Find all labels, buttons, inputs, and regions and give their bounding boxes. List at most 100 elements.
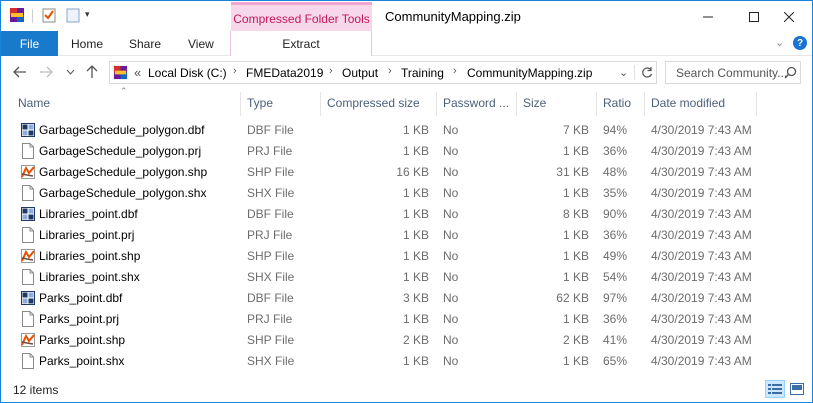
minimize-button[interactable] — [685, 2, 731, 31]
file-name: Parks_point.shp — [39, 333, 126, 347]
close-icon — [784, 11, 794, 22]
file-password: No — [443, 165, 459, 179]
file-row[interactable]: GarbageSchedule_polygon.shx SHX File 1 KB N… — [0, 183, 813, 204]
file-compressed-size: 1 KB — [402, 312, 429, 326]
expand-ribbon-chevron-icon[interactable]: ⌄ — [775, 36, 784, 49]
file-type: DBF File — [247, 291, 294, 305]
generic-file-icon — [22, 353, 34, 369]
file-date-modified: 4/30/2019 7:43 AM — [651, 249, 752, 263]
breadcrumb-local-disk[interactable]: Local Disk (C:) — [148, 66, 227, 80]
search-box[interactable]: Search Community... — [665, 61, 801, 84]
generic-file-icon — [22, 143, 34, 159]
breadcrumb-training[interactable]: Training — [401, 66, 444, 80]
file-compressed-size: 1 KB — [402, 270, 429, 284]
file-compressed-size: 1 KB — [402, 228, 429, 242]
tab-extract[interactable]: Extract — [230, 31, 372, 56]
winrar-archive-icon[interactable] — [9, 7, 25, 23]
column-divider[interactable] — [756, 92, 757, 116]
file-password: No — [443, 228, 459, 242]
file-row[interactable]: GarbageSchedule_polygon.dbf DBF File 1 KB N… — [0, 120, 813, 141]
file-name: Libraries_point.shx — [39, 270, 140, 284]
column-header-password[interactable]: Password ... — [437, 92, 516, 114]
forward-arrow-icon — [40, 66, 53, 78]
file-password: No — [443, 123, 459, 137]
dbf-file-icon — [21, 207, 35, 221]
file-name: GarbageSchedule_polygon.prj — [39, 144, 202, 158]
column-header-type[interactable]: Type — [241, 92, 320, 114]
file-row[interactable]: Libraries_point.shp SHP File 1 KB No 1 KB 49%… — [0, 246, 813, 267]
file-date-modified: 4/30/2019 7:43 AM — [651, 270, 752, 284]
column-header-date-modified[interactable]: Date modified — [645, 92, 756, 114]
breadcrumb-overflow[interactable]: « — [134, 65, 141, 80]
generic-file-icon — [22, 185, 34, 201]
file-ratio: 90% — [603, 207, 628, 221]
file-type: PRJ File — [247, 228, 293, 242]
refresh-icon[interactable] — [641, 66, 653, 79]
chevron-down-icon — [66, 69, 74, 75]
file-password: No — [443, 186, 459, 200]
file-date-modified: 4/30/2019 7:43 AM — [651, 228, 752, 242]
close-button[interactable] — [766, 2, 812, 31]
file-compressed-size: 1 KB — [402, 207, 429, 221]
forward-button[interactable] — [37, 62, 55, 82]
file-password: No — [443, 333, 459, 347]
tab-file[interactable]: File — [1, 31, 58, 56]
file-password: No — [443, 249, 459, 263]
file-compressed-size: 1 KB — [402, 186, 429, 200]
properties-icon[interactable] — [41, 7, 57, 23]
file-ratio: 65% — [603, 354, 628, 368]
zip-folder-icon — [113, 65, 128, 80]
customize-toolbar-chevron-icon[interactable]: ▾ — [85, 9, 101, 25]
breadcrumb-fmedata2019[interactable]: FMEData2019 — [246, 66, 323, 80]
file-date-modified: 4/30/2019 7:43 AM — [651, 312, 752, 326]
column-header-ratio[interactable]: Ratio — [597, 92, 644, 114]
generic-file-icon — [22, 269, 34, 285]
address-history-chevron-icon[interactable]: ⌄ — [619, 66, 628, 79]
shp-file-icon — [21, 333, 35, 347]
back-button[interactable] — [11, 62, 29, 82]
navigation-bar: « Local Disk (C:) › FMEData2019 › Output… — [1, 57, 812, 87]
file-name: Libraries_point.prj — [39, 228, 135, 242]
file-ratio: 54% — [603, 270, 628, 284]
file-row[interactable]: Parks_point.prj PRJ File 1 KB No 1 KB 36% 4/30… — [0, 309, 813, 330]
recent-locations-button[interactable] — [61, 62, 79, 82]
file-name: GarbageSchedule_polygon.dbf — [39, 123, 205, 137]
tab-home[interactable]: Home — [71, 31, 103, 56]
tab-share[interactable]: Share — [129, 31, 161, 56]
file-row[interactable]: GarbageSchedule_polygon.shp SHP File 16 KB… — [0, 162, 813, 183]
file-name: Parks_point.shx — [39, 354, 125, 368]
file-password: No — [443, 312, 459, 326]
file-row[interactable]: GarbageSchedule_polygon.prj PRJ File 1 KB N… — [0, 141, 813, 162]
file-size: 8 KB — [562, 207, 589, 221]
tab-view[interactable]: View — [188, 31, 214, 56]
file-compressed-size: 1 KB — [402, 123, 429, 137]
file-row[interactable]: Parks_point.shp SHP File 2 KB No 2 KB 41% 4/30… — [0, 330, 813, 351]
column-header-name[interactable]: Name — [12, 92, 240, 114]
new-folder-icon[interactable] — [65, 7, 81, 23]
file-row[interactable]: Libraries_point.shx SHX File 1 KB No 1 KB 54%… — [0, 267, 813, 288]
search-icon[interactable] — [784, 66, 797, 79]
file-password: No — [443, 354, 459, 368]
breadcrumb-separator-icon[interactable]: › — [233, 65, 237, 77]
breadcrumb-separator-icon[interactable]: › — [453, 65, 457, 77]
up-button[interactable] — [83, 62, 101, 82]
breadcrumb-communitymapping[interactable]: CommunityMapping.zip — [467, 66, 592, 80]
breadcrumb-separator-icon[interactable]: › — [329, 65, 333, 77]
file-row[interactable]: Parks_point.shx SHX File 1 KB No 1 KB 65% 4/30… — [0, 351, 813, 372]
file-compressed-size: 2 KB — [402, 333, 429, 347]
column-header-compressed-size[interactable]: Compressed size — [321, 92, 436, 114]
file-type: SHX File — [247, 186, 295, 200]
address-bar[interactable]: « Local Disk (C:) › FMEData2019 › Output… — [109, 61, 657, 84]
breadcrumb-separator-icon[interactable]: › — [388, 65, 392, 77]
file-row[interactable]: Parks_point.dbf DBF File 3 KB No 62 KB 97% 4/3… — [0, 288, 813, 309]
file-ratio: 94% — [603, 123, 628, 137]
column-header-size[interactable]: Size — [517, 92, 596, 114]
details-view-button[interactable] — [765, 380, 785, 398]
file-row[interactable]: Libraries_point.dbf DBF File 1 KB No 8 KB 90%… — [0, 204, 813, 225]
file-password: No — [443, 144, 459, 158]
help-icon[interactable]: ? — [793, 36, 807, 50]
file-row[interactable]: Libraries_point.prj PRJ File 1 KB No 1 KB 36%… — [0, 225, 813, 246]
file-ratio: 36% — [603, 228, 628, 242]
breadcrumb-output[interactable]: Output — [342, 66, 378, 80]
large-icons-view-button[interactable] — [787, 380, 807, 398]
